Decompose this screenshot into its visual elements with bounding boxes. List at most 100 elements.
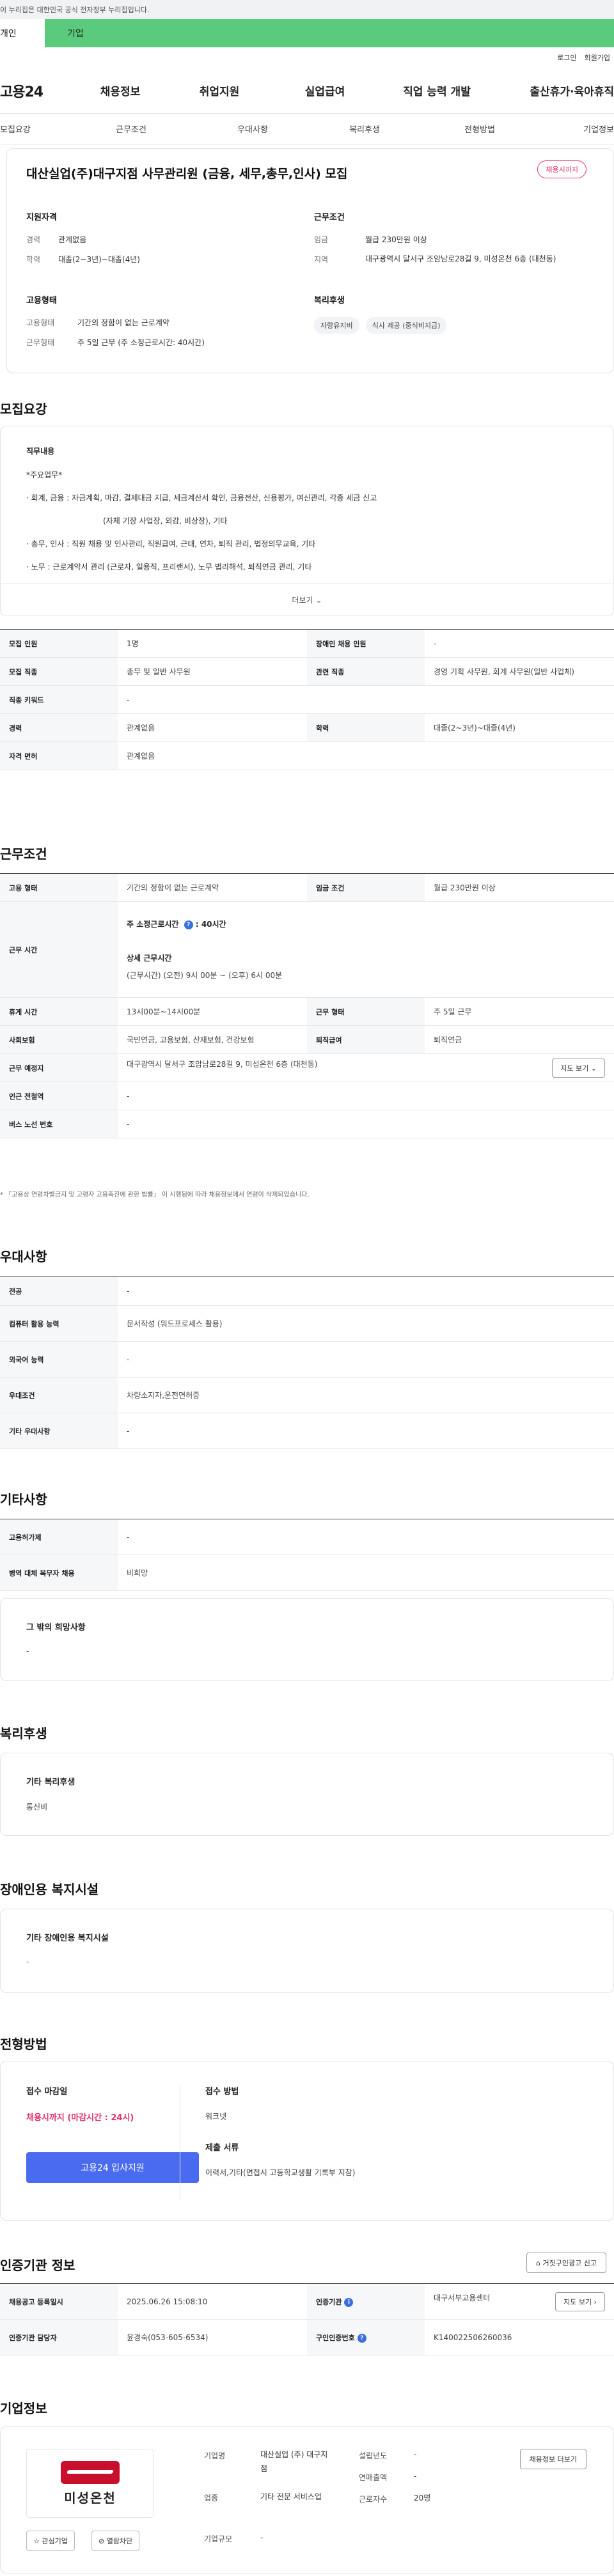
table-key: 버스 노선 번호 [0,1110,118,1138]
table-row: 근무 예정지 대구광역시 달서구 조암남로28길 9, 미성온천 6층 (대천동… [0,1053,614,1082]
nav-skill-development[interactable]: 직업 능력 개발 [370,82,504,98]
table-value: - [118,685,614,714]
table-value: 관계없음 [118,741,614,770]
table-key: 기타 우대사항 [0,1413,118,1449]
table-value: 2025.06.26 15:08:10 [118,2283,307,2320]
documents-value: 이력서,기타(면접시 고등학교생활 기록부 지참) [205,2168,356,2177]
help-icon[interactable]: ? [357,2333,366,2343]
info-icon[interactable]: i [344,2297,354,2307]
tab-business[interactable]: 기업 [45,19,614,47]
report-button[interactable]: ⌂ 거짓구인광고 신고 [526,2253,606,2273]
company-name-value: 대산실업 (주) 대구지점 [260,2450,328,2473]
education-value: 대졸(2~3년)~대졸(4년) [58,255,140,264]
deadline-block: 접수 마감일 채용시까지 (마감시간 : 24시) 고용24 입사지원 [26,2084,199,2183]
table-row: 외국어 능력 - [0,1341,614,1377]
tab-recruit[interactable]: 모집요강 [0,123,38,135]
size-key: 기업규모 [204,2534,233,2543]
job-description-line: *주요업무* [26,470,63,479]
table-row: 인근 전철역 - [0,1082,614,1110]
tab-company[interactable]: 기업정보 [512,123,614,135]
tab-conditions[interactable]: 근무조건 [38,123,224,135]
conditions-heading: 근무조건 [314,213,345,222]
cert-no-key-label: 구인인증번호 [316,2333,355,2342]
favorite-company-button[interactable]: ☆ 관심기업 [26,2531,75,2551]
deadline-heading: 접수 마감일 [26,2087,68,2097]
company-heading: 기업정보 [0,2401,47,2416]
company-detail-button[interactable]: 채용정보 더보기 [519,2449,586,2469]
tab-personal[interactable]: 개인 [0,19,45,47]
block-icon: ⊘ [98,2537,105,2545]
other-wishes-box: 그 밖의 희망사항 - [0,1598,614,1681]
company-logo: 미성온천 [26,2449,154,2518]
chevron-right-icon: › [594,2297,597,2306]
work-place-value: 대구광역시 달서구 조암남로28길 9, 미성온천 6층 (대천동) [127,1059,318,1069]
region-value: 대구광역시 달서구 조암남로28길 9, 미성온천 6층 (대천동) [365,254,556,263]
table-row: 고용허가제 - [0,1519,614,1555]
favorite-label: 관심기업 [42,2537,68,2545]
prefer-heading: 우대사항 [0,1249,47,1264]
welfare-box: 기타 복리후생 통신비 [0,1753,614,1836]
nav-unemployment-benefit[interactable]: 실업급여 [280,82,370,98]
recruit-table: 모집 인원 1명 장애인 채용 인원 - 모집 직종 총무 및 일반 사무원 관… [0,629,614,770]
table-key: 임금 조건 [307,873,425,902]
disability-box-value: - [26,1957,29,1966]
company-emblem-icon [61,2460,120,2484]
table-value: 1명 [118,629,307,658]
tab-selection[interactable]: 전형방법 [448,123,512,135]
nav-employment-support[interactable]: 취업지원 [159,82,280,98]
method-heading: 접수 방법 [205,2087,239,2097]
table-row: 버스 노선 번호 - [0,1110,614,1138]
table-row: 인증기관 담당자 윤경숙(053-605-6534) 구인인증번호? K1400… [0,2319,614,2355]
table-key: 근무 예정지 [0,1053,118,1082]
table-row: 근무 시간 주 소정근로시간 ? : 40시간 상세 근무시간 (근무시간) (… [0,901,614,998]
table-value: - [118,1519,614,1555]
method-value: 워크넷 [205,2112,227,2121]
apply-button[interactable]: 고용24 입사지원 [26,2152,199,2183]
industry-value: 기타 전문 서비스업 [260,2492,322,2501]
table-key: 전공 [0,1276,118,1306]
table-row: 병역 대체 복무자 채용 비희망 [0,1555,614,1591]
company-name-key: 기업명 [204,2451,226,2460]
nav-job-info[interactable]: 채용정보 [82,82,159,98]
method-block: 접수 방법 워크넷 제출 서류 이력서,기타(면접시 고등학교생활 기록부 지참… [205,2084,355,2205]
recruit-heading: 모집요강 [0,401,47,417]
star-icon: ☆ [33,2537,40,2545]
table-key: 근무 시간 [0,901,118,998]
more-button[interactable]: 더보기 ⌄ [0,583,614,616]
table-value: 월급 230만원 이상 [425,873,614,902]
block-company-button[interactable]: ⊘ 열람차단 [91,2531,140,2551]
login-link[interactable]: 로그인 [557,52,576,63]
table-value: 차량소지자,운전면허증 [118,1377,614,1413]
map-button-label: 지도 보기 [560,1064,589,1073]
job-description-line: · 회계, 금융 : 자금계획, 마감, 결제대금 지급, 세금계산서 확인, … [26,493,377,502]
signup-link[interactable]: 회원가입 [585,52,610,63]
work-type-key: 근무형태 [26,338,55,347]
qualification-heading: 지원자격 [26,213,57,222]
table-key: 퇴직급여 [307,1025,425,1054]
disability-box-heading: 기타 장애인용 복지시설 [26,1934,109,1943]
table-value: 경영 기획 사무원, 회계 사무원(일반 사업체) [425,657,614,686]
table-key: 병역 대체 복무자 채용 [0,1555,118,1591]
report-icon: ⌂ [536,2259,541,2267]
map-button[interactable]: 지도 보기 ⌄ [552,1058,605,1078]
tab-welfare[interactable]: 복리후생 [281,123,448,135]
table-row: 전공 - [0,1276,614,1306]
disability-heading: 장애인용 복지시설 [0,1882,99,1897]
welfare-box-heading: 기타 복리후생 [26,1778,75,1787]
company-logo-text: 미성온천 [64,2490,116,2506]
conditions-table: 고용 형태 기간의 정함이 없는 근로계약 임금 조건 월급 230만원 이상 … [0,873,614,1138]
help-icon[interactable]: ? [184,920,193,929]
table-row: 모집 인원 1명 장애인 채용 인원 - [0,629,614,658]
tab-personal-label: 개인 [0,29,17,39]
welfare-heading: 복리후생 [314,296,345,306]
table-key: 근무 형태 [307,997,425,1026]
gov-banner: 이 누리집은 대한민국 공식 전자정부 누리집입니다. [0,0,614,19]
tab-prefer[interactable]: 우대사항 [224,123,281,135]
table-value: 기간의 정함이 없는 근로계약 [118,873,307,902]
nav-parental-leave[interactable]: 출산휴가·육아휴직 [504,82,614,98]
table-key: 구인인증번호? [307,2319,425,2355]
chevron-down-icon: ⌄ [315,595,322,605]
map-button[interactable]: 지도 보기 › [555,2292,605,2311]
table-value: 관계없음 [118,713,307,742]
site-logo[interactable]: 고용24 [0,81,82,101]
